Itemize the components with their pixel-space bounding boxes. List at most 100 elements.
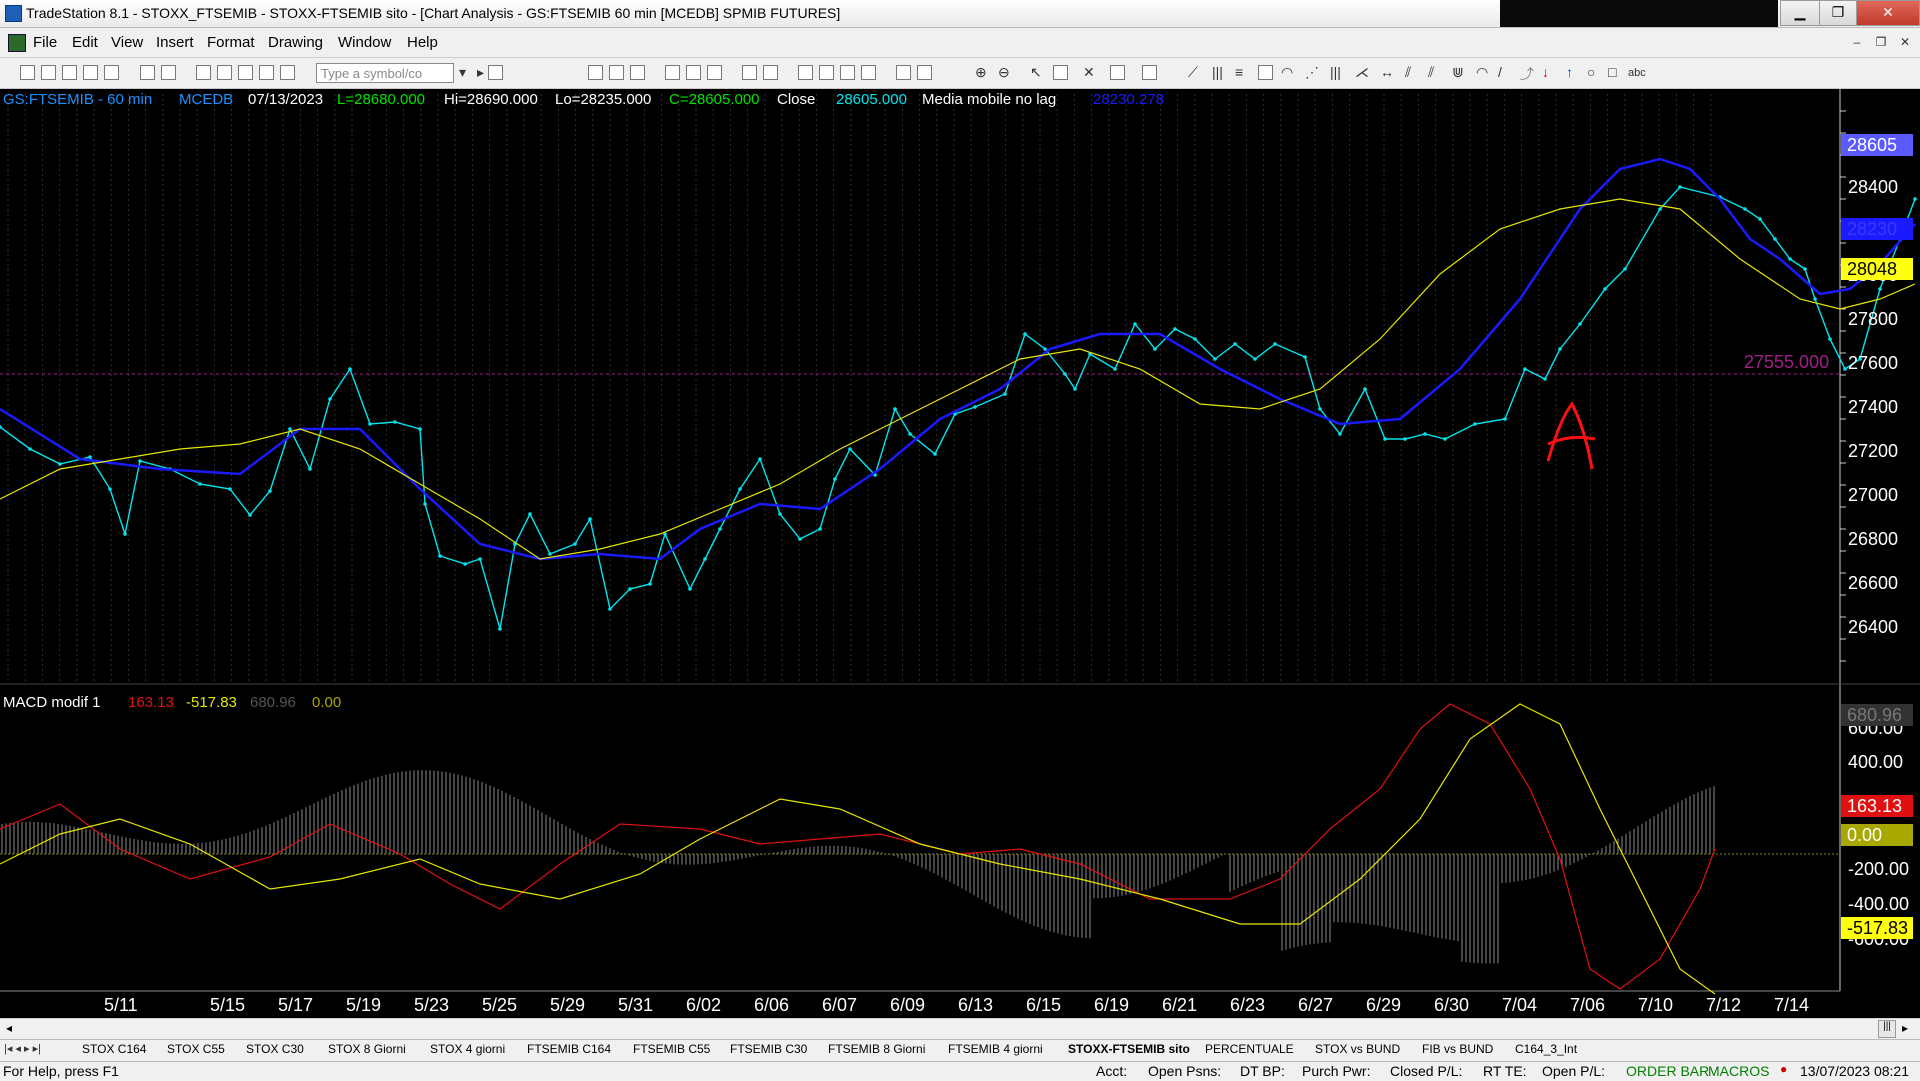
- tab-stox-c30[interactable]: STOX C30: [246, 1042, 304, 1056]
- calendar-icon[interactable]: [1258, 65, 1273, 80]
- price-dot: [1403, 437, 1407, 441]
- y-tick-label: 27200: [1848, 441, 1899, 461]
- freehand-icon[interactable]: /: [1498, 64, 1502, 80]
- options-icon[interactable]: [763, 65, 778, 80]
- matrix-icon[interactable]: [742, 65, 757, 80]
- menu-view[interactable]: View: [111, 34, 143, 51]
- window2-icon[interactable]: [217, 65, 232, 80]
- dropdown-arrow-icon[interactable]: ▾: [459, 64, 466, 81]
- text-tool-icon[interactable]: abc: [1628, 67, 1646, 79]
- bar-spacing2-icon[interactable]: [917, 65, 932, 80]
- tab-c164-3-int[interactable]: C164_3_Int: [1515, 1042, 1577, 1056]
- menu-format[interactable]: Format: [207, 34, 255, 51]
- price-chart-canvas[interactable]: [0, 89, 1920, 1019]
- status-order-bar[interactable]: ORDER BAR: [1626, 1063, 1709, 1079]
- channel-icon[interactable]: ↔: [1380, 64, 1394, 80]
- line-chart-icon[interactable]: [840, 65, 855, 80]
- tools-icon[interactable]: ✕: [1083, 64, 1095, 81]
- print-icon[interactable]: [140, 65, 155, 80]
- doc-minimize-button[interactable]: –: [1848, 33, 1866, 51]
- andrews-icon[interactable]: ⋌: [1355, 64, 1369, 81]
- tab-ftsemib-8-giorni[interactable]: FTSEMIB 8 Giorni: [828, 1042, 925, 1056]
- copy-icon[interactable]: [83, 65, 98, 80]
- tab-nav-arrows-icon[interactable]: |◂ ◂ ▸ ▸|: [4, 1042, 41, 1055]
- scroll-right-icon[interactable]: ▸: [1902, 1021, 1908, 1035]
- scroll-thumb[interactable]: |||: [1878, 1020, 1896, 1038]
- doc-close-button[interactable]: ✕: [1896, 33, 1914, 51]
- menu-drawing[interactable]: Drawing: [268, 34, 323, 51]
- folder-icon[interactable]: [104, 65, 119, 80]
- zoom-out-icon[interactable]: ⊖: [998, 64, 1010, 81]
- close-button[interactable]: ✕: [1856, 0, 1920, 26]
- gann-icon[interactable]: ⋓: [1452, 64, 1464, 81]
- speedline-icon[interactable]: ◠: [1476, 64, 1488, 81]
- parallel-icon[interactable]: ⫽: [1405, 64, 1411, 81]
- trendline-icon[interactable]: ⟋: [1188, 64, 1198, 81]
- horizontal-scrollbar[interactable]: ◂ ||| ▸: [0, 1018, 1920, 1039]
- pointer-icon[interactable]: ↖: [1030, 64, 1042, 81]
- arrow-up-icon[interactable]: ↑: [1566, 64, 1573, 80]
- tab-stox-c55[interactable]: STOX C55: [167, 1042, 225, 1056]
- menu-window[interactable]: Window: [338, 34, 391, 51]
- tab-ftsemib-c30[interactable]: FTSEMIB C30: [730, 1042, 807, 1056]
- window-icon[interactable]: [196, 65, 211, 80]
- search-icon[interactable]: [488, 65, 503, 80]
- tab-stox-4-giorni[interactable]: STOX 4 giorni: [430, 1042, 505, 1056]
- bar-style-icon[interactable]: [798, 65, 813, 80]
- table-icon[interactable]: [630, 65, 645, 80]
- insert-indicator-icon[interactable]: [1053, 65, 1068, 80]
- vertical-lines-icon[interactable]: |||: [1212, 64, 1223, 80]
- tab-percentuale[interactable]: PERCENTUALE: [1205, 1042, 1294, 1056]
- fib-lines-icon[interactable]: |||: [1330, 64, 1341, 80]
- globe-icon[interactable]: [280, 65, 295, 80]
- go-arrow-icon[interactable]: ▸: [477, 64, 484, 81]
- minimize-button[interactable]: ▁: [1780, 0, 1820, 26]
- save-icon[interactable]: [62, 65, 77, 80]
- fib-arc-icon[interactable]: ◠: [1281, 64, 1293, 81]
- menu-file[interactable]: File: [33, 34, 57, 51]
- scroll-left-icon[interactable]: ◂: [6, 1021, 12, 1035]
- grid-icon[interactable]: [588, 65, 603, 80]
- tab-stox-c164[interactable]: STOX C164: [82, 1042, 146, 1056]
- regression-icon[interactable]: ⫽: [1428, 64, 1434, 81]
- scanner-icon[interactable]: [707, 65, 722, 80]
- sheet-icon[interactable]: [609, 65, 624, 80]
- tab-ftsemib-4-giorni[interactable]: FTSEMIB 4 giorni: [948, 1042, 1043, 1056]
- menu-help[interactable]: Help: [407, 34, 438, 51]
- ellipse-icon[interactable]: ○: [1587, 64, 1595, 80]
- open-icon[interactable]: [41, 65, 56, 80]
- refresh-icon[interactable]: [1142, 65, 1157, 80]
- tab-stoxx-ftsemib-sito[interactable]: STOXX-FTSEMIB sito: [1068, 1042, 1190, 1056]
- properties-icon[interactable]: [1110, 65, 1125, 80]
- macd-line-box: 163.13: [1841, 795, 1913, 817]
- doc-restore-button[interactable]: ❐: [1872, 33, 1890, 51]
- horizontal-lines-icon[interactable]: ≡: [1235, 64, 1243, 80]
- candle-icon[interactable]: [819, 65, 834, 80]
- tab-stox-8-giorni[interactable]: STOX 8 Giorni: [328, 1042, 406, 1056]
- lock-icon[interactable]: [238, 65, 253, 80]
- rectangle-icon[interactable]: □: [1608, 64, 1616, 80]
- symbol-input[interactable]: Type a symbol/co: [316, 63, 454, 83]
- chart-icon[interactable]: [665, 65, 680, 80]
- restore-button[interactable]: ❐: [1819, 0, 1857, 26]
- tab-stox-vs-bund[interactable]: STOX vs BUND: [1315, 1042, 1400, 1056]
- price-dot: [198, 482, 202, 486]
- tab-fib-vs-bund[interactable]: FIB vs BUND: [1422, 1042, 1493, 1056]
- menu-edit[interactable]: Edit: [72, 34, 98, 51]
- tab-ftsemib-c55[interactable]: FTSEMIB C55: [633, 1042, 710, 1056]
- status-macros[interactable]: MACROS: [1708, 1063, 1769, 1079]
- menu-insert[interactable]: Insert: [156, 34, 194, 51]
- tab-ftsemib-c164[interactable]: FTSEMIB C164: [527, 1042, 611, 1056]
- print-preview-icon[interactable]: [161, 65, 176, 80]
- price-dot: [1758, 217, 1762, 221]
- bar-spacing-icon[interactable]: [896, 65, 911, 80]
- zoom-in-icon[interactable]: ⊕: [975, 64, 987, 81]
- pen-icon[interactable]: ⤴: [1520, 64, 1534, 84]
- new-icon[interactable]: [20, 65, 35, 80]
- arrow-down-icon[interactable]: ↓: [1542, 64, 1549, 80]
- notes-icon[interactable]: [259, 65, 274, 80]
- chart-doc-icon[interactable]: [8, 34, 26, 52]
- radar-icon[interactable]: [686, 65, 701, 80]
- point-fig-icon[interactable]: [861, 65, 876, 80]
- fib-fan-icon[interactable]: ⋰: [1305, 64, 1319, 81]
